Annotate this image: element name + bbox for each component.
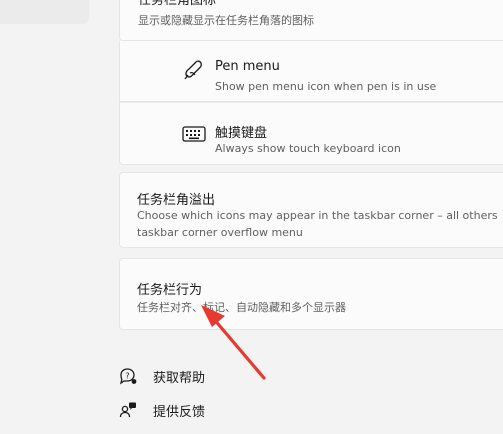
taskbar-corner-icons-subtitle: 显示或隐藏显示在任务栏角落的图标 bbox=[138, 14, 314, 27]
pen-menu-title: Pen menu bbox=[215, 59, 280, 74]
taskbar-corner-overflow-subtitle-line1: Choose which icons may appear in the tas… bbox=[137, 209, 498, 222]
taskbar-corner-overflow-title: 任务栏角溢出 bbox=[137, 193, 216, 208]
taskbar-corner-icons-title: 任务栏角图标 bbox=[138, 0, 217, 8]
get-help-link[interactable]: ? 获取帮助 bbox=[118, 366, 205, 386]
taskbar-behaviors-title: 任务栏行为 bbox=[137, 283, 203, 298]
pen-menu-row[interactable]: Pen menu Show pen menu icon when pen is … bbox=[119, 41, 503, 102]
touch-keyboard-title: 触摸键盘 bbox=[215, 126, 268, 141]
pen-icon bbox=[182, 59, 204, 85]
give-feedback-label: 提供反馈 bbox=[153, 404, 206, 420]
touch-keyboard-subtitle: Always show touch keyboard icon bbox=[215, 142, 401, 155]
touch-keyboard-row[interactable]: 触摸键盘 Always show touch keyboard icon bbox=[119, 102, 503, 165]
taskbar-corner-overflow-card[interactable]: 任务栏角溢出 Choose which icons may appear in … bbox=[119, 172, 503, 248]
nav-panel-fragment bbox=[0, 0, 89, 24]
settings-page: 任务栏角图标 显示或隐藏显示在任务栏角落的图标 Pen menu Show pe… bbox=[0, 0, 503, 434]
feedback-icon bbox=[118, 400, 138, 420]
keyboard-icon bbox=[182, 125, 206, 147]
taskbar-corner-overflow-subtitle-line2: taskbar corner overflow menu bbox=[137, 226, 303, 239]
help-icon: ? bbox=[118, 366, 138, 386]
taskbar-behaviors-card[interactable]: 任务栏行为 任务栏对齐、标记、自动隐藏和多个显示器 bbox=[119, 258, 503, 330]
svg-text:?: ? bbox=[125, 371, 129, 380]
get-help-label: 获取帮助 bbox=[153, 370, 206, 386]
give-feedback-link[interactable]: 提供反馈 bbox=[118, 400, 205, 420]
taskbar-corner-icons-card[interactable]: 任务栏角图标 显示或隐藏显示在任务栏角落的图标 bbox=[119, 0, 503, 41]
pen-menu-subtitle: Show pen menu icon when pen is in use bbox=[215, 80, 437, 93]
taskbar-behaviors-subtitle: 任务栏对齐、标记、自动隐藏和多个显示器 bbox=[137, 301, 346, 314]
